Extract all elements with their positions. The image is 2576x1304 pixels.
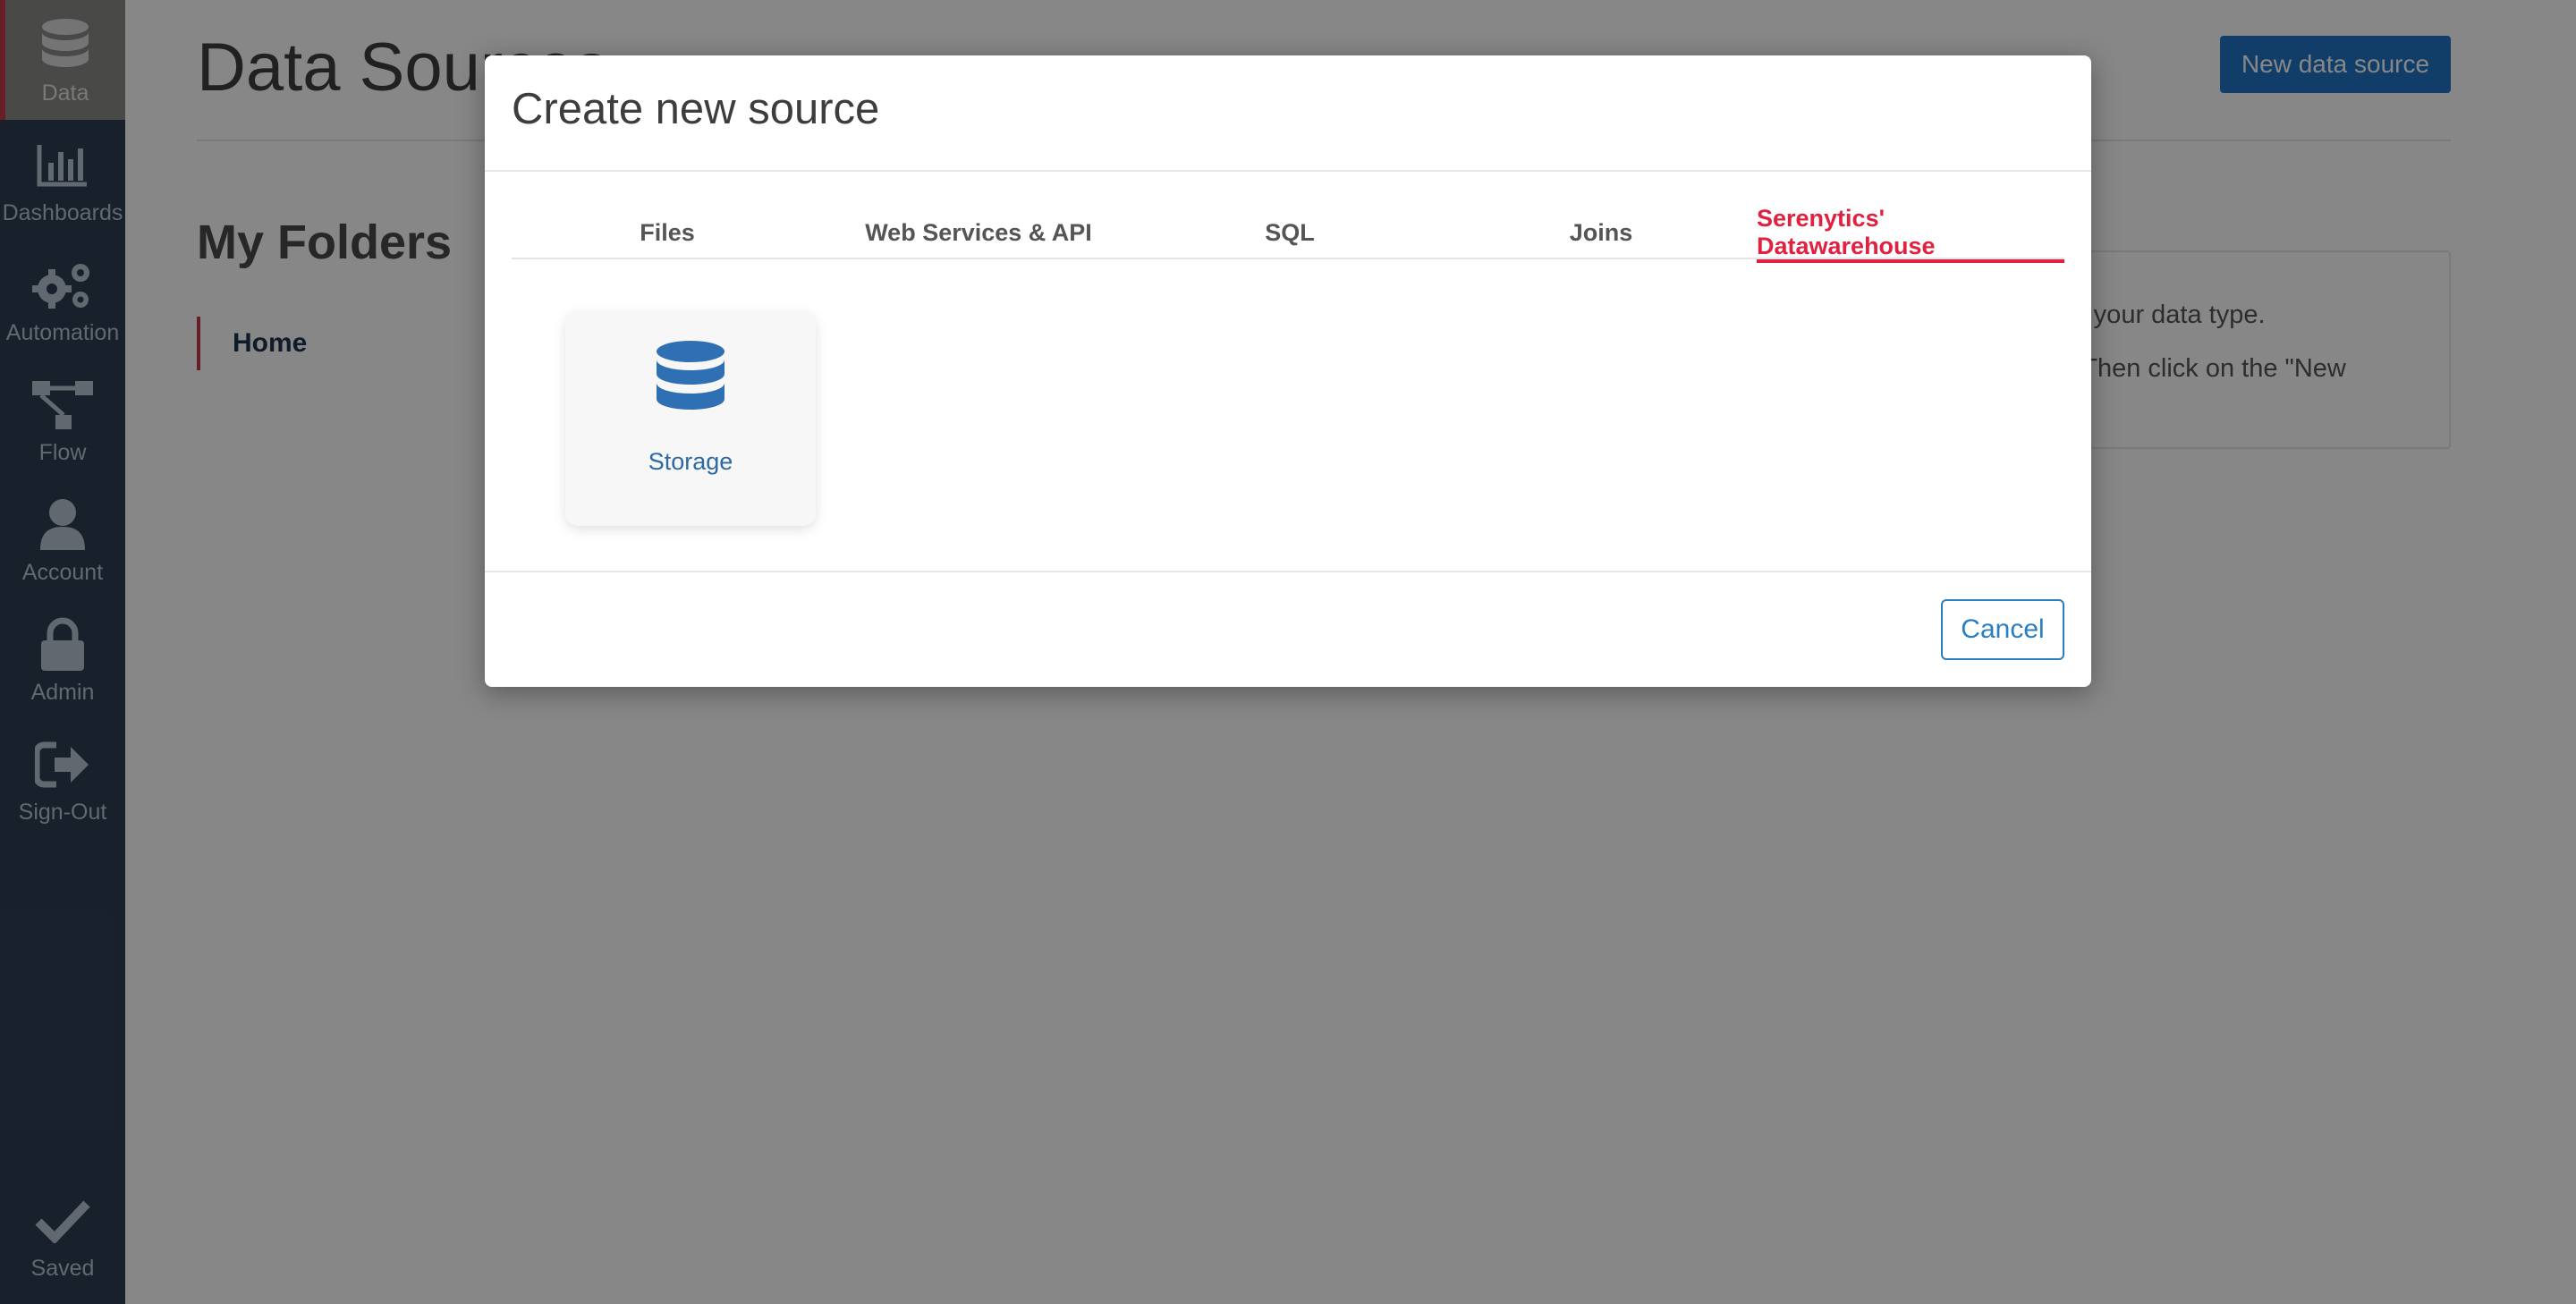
source-type-tabs: Files Web Services & API SQL Joins Seren… xyxy=(512,205,2064,263)
tab-web-services-api[interactable]: Web Services & API xyxy=(823,206,1134,259)
database-icon xyxy=(655,340,726,423)
storage-card-label: Storage xyxy=(648,448,733,475)
tab-joins[interactable]: Joins xyxy=(1445,206,1757,259)
storage-card[interactable]: Storage xyxy=(565,311,816,526)
divider xyxy=(485,571,2091,572)
tab-sql[interactable]: SQL xyxy=(1134,206,1445,259)
tab-serenytics-datawarehouse[interactable]: Serenytics' Datawarehouse xyxy=(1757,205,2064,263)
tab-files[interactable]: Files xyxy=(512,206,823,259)
modal-title: Create new source xyxy=(512,85,880,133)
cancel-button[interactable]: Cancel xyxy=(1941,599,2064,660)
create-source-modal: Create new source Files Web Services & A… xyxy=(485,55,2091,687)
divider xyxy=(485,170,2091,172)
